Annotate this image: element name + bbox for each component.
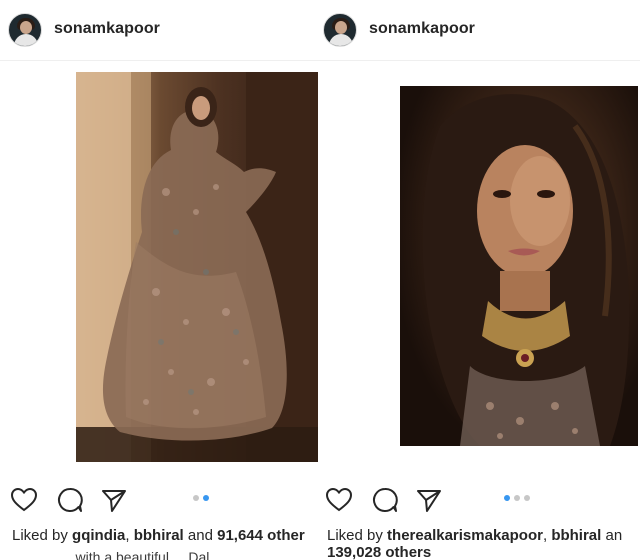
post-header: sonamkapoor xyxy=(318,0,640,61)
liker-link[interactable]: bbhiral xyxy=(551,527,601,544)
likes-prefix: Liked by xyxy=(12,527,73,544)
likes-and: an xyxy=(601,527,623,544)
likes-count[interactable]: 139,028 others xyxy=(327,544,431,560)
caption-peek: ... with a beautiful ... Dal... xyxy=(60,549,222,560)
heart-icon[interactable] xyxy=(10,486,38,514)
username[interactable]: sonamkapoor xyxy=(369,20,475,38)
carousel-dot xyxy=(193,495,199,501)
share-icon[interactable] xyxy=(100,486,128,514)
likes-count[interactable]: 91,644 other xyxy=(217,527,305,544)
comment-icon[interactable] xyxy=(56,486,84,514)
post-photo[interactable] xyxy=(400,86,638,446)
carousel-dot xyxy=(514,495,520,501)
avatar[interactable] xyxy=(323,13,357,47)
post-left: sonamkapoor Liked by gqindia, bbhiral an… xyxy=(0,0,318,560)
heart-icon[interactable] xyxy=(325,486,353,514)
liker-link[interactable]: bbhiral xyxy=(134,527,184,544)
share-icon[interactable] xyxy=(415,486,443,514)
likes-prefix: Liked by xyxy=(327,527,388,544)
liker-link[interactable]: gqindia xyxy=(72,527,125,544)
likes-sep: , xyxy=(125,527,134,544)
post-header: sonamkapoor xyxy=(0,0,318,61)
comment-icon[interactable] xyxy=(371,486,399,514)
post-right: sonamkapoor Liked by therealkarismakapoo… xyxy=(318,0,640,560)
carousel-dot xyxy=(524,495,530,501)
likes-and: and xyxy=(183,527,218,544)
liker-link[interactable]: therealkarismakapoor xyxy=(387,527,543,544)
likes-line: Liked by therealkarismakapoor, bbhiral a… xyxy=(327,527,622,544)
avatar[interactable] xyxy=(8,13,42,47)
username[interactable]: sonamkapoor xyxy=(54,20,160,38)
carousel-dot-active xyxy=(203,495,209,501)
likes-line: Liked by gqindia, bbhiral and 91,644 oth… xyxy=(12,527,305,544)
post-photo[interactable] xyxy=(76,72,318,462)
carousel-dot-active xyxy=(504,495,510,501)
